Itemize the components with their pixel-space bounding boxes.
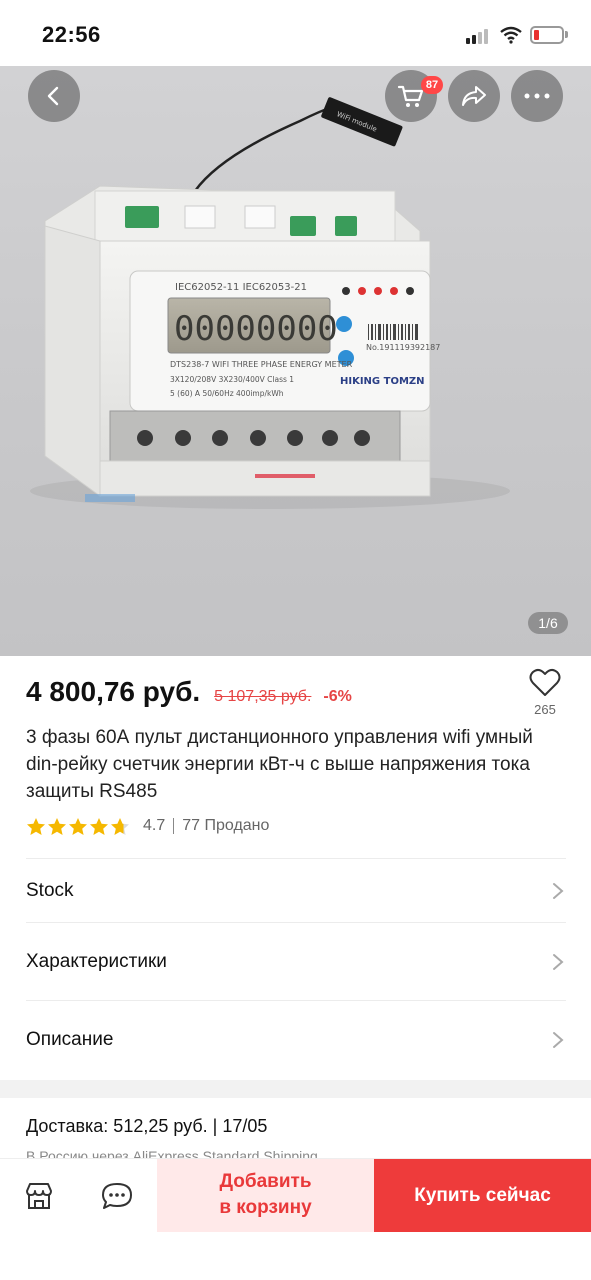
rating-value: 4.7 bbox=[143, 817, 166, 834]
price-row: 4 800,76 руб. 5 107,35 руб. -6% bbox=[26, 676, 352, 716]
home-indicator-area bbox=[0, 1232, 591, 1280]
half-star-icon bbox=[111, 817, 129, 835]
divider bbox=[26, 922, 566, 923]
chat-button[interactable] bbox=[78, 1159, 156, 1233]
product-title: 3 фазы 60А пульт дистанционного управлен… bbox=[26, 727, 533, 802]
meter-spec-2: 5 (60) A 50/60Hz 400imp/kWh bbox=[170, 389, 284, 398]
wishlist-button[interactable]: 265 bbox=[526, 668, 564, 722]
meter-lcd-digits: 00000000 bbox=[174, 309, 338, 349]
chevron-right-icon bbox=[553, 883, 564, 899]
description-row[interactable]: Описание bbox=[0, 1005, 591, 1075]
more-options-button[interactable] bbox=[511, 70, 563, 122]
ellipsis-icon bbox=[524, 93, 550, 99]
chevron-right-icon bbox=[553, 1032, 564, 1048]
star-icon bbox=[48, 817, 66, 835]
product-image-gallery[interactable]: WiFi module IEC62052-11 IEC62053-21 0000… bbox=[0, 66, 591, 656]
delivery-info[interactable]: Доставка: 512,25 руб. | 17/05 bbox=[26, 1116, 267, 1137]
image-counter: 1/6 bbox=[528, 612, 568, 634]
rating-stars bbox=[26, 817, 131, 836]
star-icon bbox=[90, 817, 108, 835]
status-time: 22:56 bbox=[42, 22, 101, 47]
delivery-method: В Россию через AliExpress Standard Shipp… bbox=[26, 1148, 318, 1158]
product-photo: WiFi module IEC62052-11 IEC62053-21 0000… bbox=[30, 97, 510, 509]
chevron-left-icon bbox=[47, 86, 59, 106]
meter-model: DTS238-7 WIFI THREE PHASE ENERGY METER bbox=[170, 360, 353, 369]
status-bar: 22:56 bbox=[0, 0, 591, 66]
wishlist-count: 265 bbox=[534, 702, 556, 717]
share-icon bbox=[462, 86, 486, 106]
stock-label: Stock bbox=[26, 880, 74, 901]
wifi-icon bbox=[500, 26, 522, 44]
description-label: Описание bbox=[26, 1029, 114, 1050]
current-price: 4 800,76 руб. bbox=[26, 676, 201, 707]
buy-now-button[interactable]: Купить сейчас bbox=[374, 1159, 591, 1233]
store-icon bbox=[26, 1183, 52, 1209]
chevron-right-icon bbox=[553, 954, 564, 970]
divider bbox=[26, 1000, 566, 1001]
rating-separator bbox=[173, 818, 175, 834]
add-to-cart-button[interactable]: Добавить в корзину bbox=[157, 1159, 374, 1233]
add-to-cart-label-1: Добавить bbox=[219, 1171, 312, 1192]
stock-row[interactable]: Stock bbox=[0, 856, 591, 926]
specifications-row[interactable]: Характеристики bbox=[0, 927, 591, 997]
bottom-action-bar: Добавить в корзину Купить сейчас bbox=[0, 1158, 591, 1233]
sold-count: 77 Продано bbox=[182, 817, 270, 834]
cellular-signal-icon bbox=[466, 28, 492, 44]
specifications-label: Характеристики bbox=[26, 951, 167, 972]
battery-icon bbox=[530, 26, 564, 44]
cart-count-badge: 87 bbox=[421, 76, 443, 94]
rating-row[interactable]: 4.7 77 Продано bbox=[26, 814, 269, 838]
meter-spec: 3X120/208V 3X230/400V Class 1 bbox=[170, 375, 294, 384]
store-button[interactable] bbox=[0, 1159, 78, 1233]
heart-icon bbox=[529, 668, 561, 696]
old-price: 5 107,35 руб. bbox=[214, 688, 312, 705]
back-button[interactable] bbox=[28, 70, 80, 122]
add-to-cart-label-2: в корзину bbox=[219, 1197, 312, 1218]
meter-serial: No.191119392187 bbox=[366, 343, 440, 352]
chat-icon bbox=[102, 1183, 132, 1209]
share-button[interactable] bbox=[448, 70, 500, 122]
star-icon bbox=[69, 817, 87, 835]
discount-badge: -6% bbox=[323, 688, 352, 705]
section-separator bbox=[0, 1080, 591, 1098]
star-icon bbox=[27, 817, 45, 835]
meter-brand: HIKING TOMZN bbox=[340, 376, 425, 387]
meter-standard-label: IEC62052-11 IEC62053-21 bbox=[175, 282, 307, 293]
